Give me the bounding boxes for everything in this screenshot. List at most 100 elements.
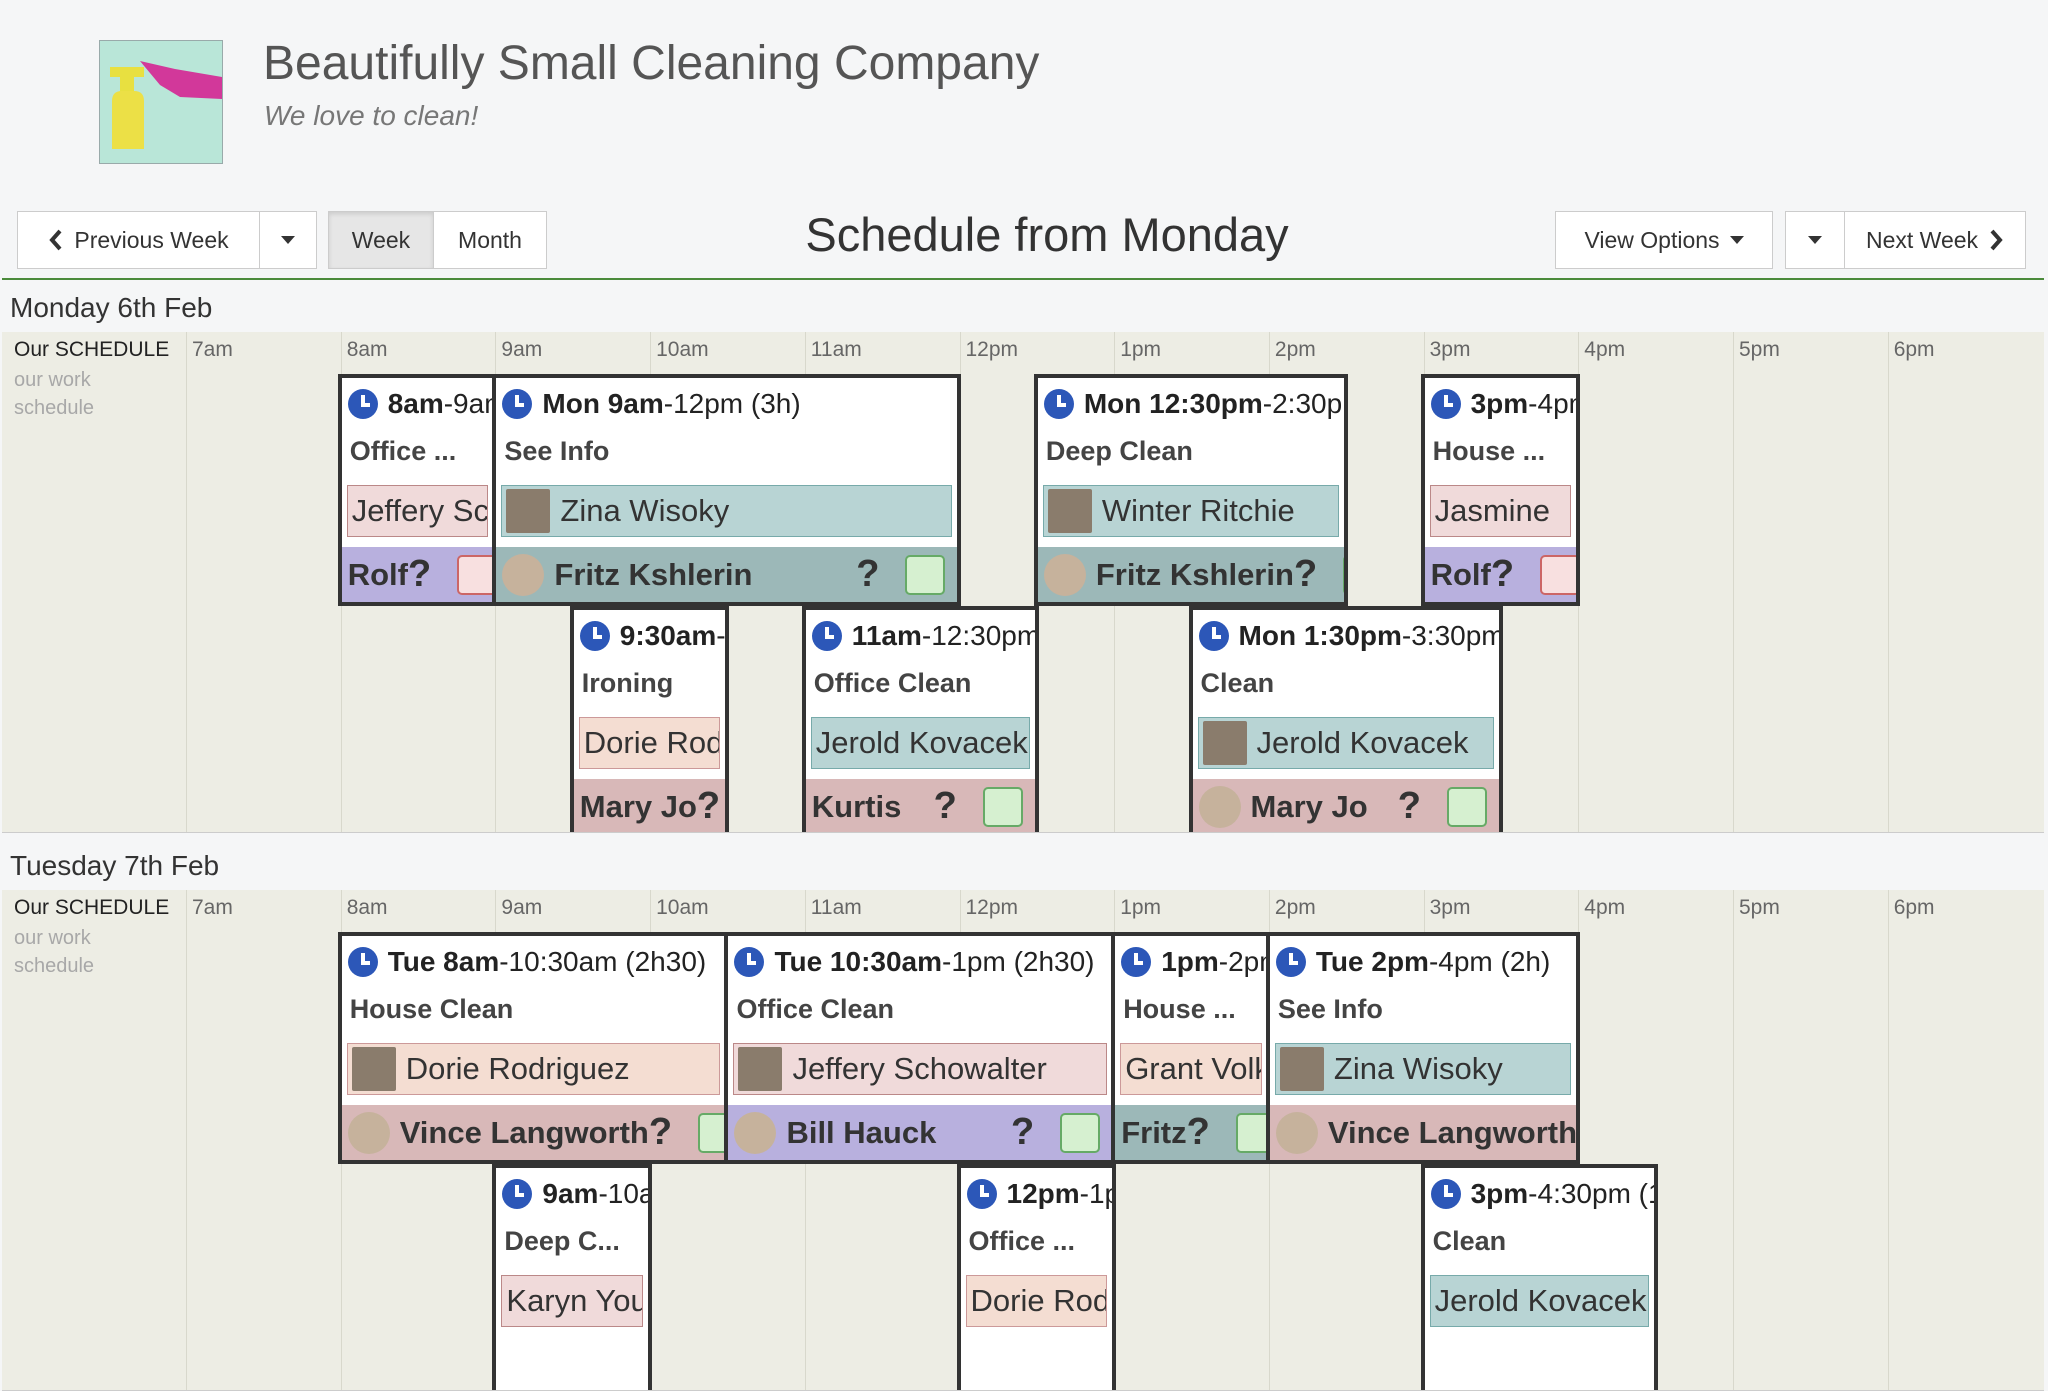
client-tag[interactable]: Dorie Rodriguez: [965, 1275, 1108, 1327]
hour-label: 5pm: [1739, 338, 1780, 361]
question-icon[interactable]: ?: [1398, 785, 1421, 828]
job-time-range: -10:30am (2h30): [499, 946, 707, 977]
client-tag[interactable]: Jeffery Schowalter: [733, 1043, 1108, 1095]
staff-row[interactable]: Fritz?: [1115, 1105, 1267, 1160]
job-card[interactable]: Mon 1:30pm-3:30pm (2h) Clean Jerold Kovace…: [1188, 606, 1503, 832]
job-card[interactable]: 3pm-4:30pm (1h30) Clean Jerold Kovacek: [1420, 1164, 1658, 1390]
client-tag[interactable]: Zina Wisoky: [1274, 1043, 1572, 1095]
client-tag[interactable]: Jasmine: [1429, 485, 1572, 537]
spray-bottle-icon: [100, 41, 222, 163]
schedule-subtitle: our work schedule: [14, 369, 95, 419]
hour-label: 4pm: [1584, 896, 1626, 919]
client-tag[interactable]: Zina Wisoky: [501, 485, 953, 537]
client-tag[interactable]: Karyn Young: [501, 1275, 644, 1327]
job-start-time: 12pm: [1006, 1178, 1080, 1209]
staff-row[interactable]: Mary Jo?: [1192, 779, 1499, 832]
clock-icon: [1043, 389, 1074, 419]
job-start-time: Mon 12:30pm: [1083, 388, 1263, 419]
client-tag[interactable]: Jerold Kovacek: [1429, 1275, 1649, 1327]
week-view-button[interactable]: Week: [328, 211, 434, 269]
company-logo: [99, 40, 223, 164]
caret-down-icon: [1729, 236, 1744, 244]
staff-avatar: [1043, 553, 1086, 596]
job-time-row: Mon 1:30pm-3:30pm (2h): [1198, 618, 1503, 654]
hour-column: 6pm: [1887, 332, 2044, 832]
client-tag[interactable]: Dorie Rodriguez: [578, 717, 721, 769]
completion-checkbox[interactable]: [1540, 554, 1577, 595]
job-service-name: Office ...: [349, 436, 457, 466]
staff-row[interactable]: Rolf?: [1424, 547, 1577, 602]
staff-row[interactable]: Bill Hauck?: [728, 1105, 1113, 1160]
job-start-time: Tue 10:30am: [774, 946, 942, 977]
completion-checkbox[interactable]: [1235, 1112, 1267, 1153]
client-tag[interactable]: Jeffery Schowalter: [346, 485, 489, 537]
job-card[interactable]: Tue 10:30am -1pm (2h30) Office Clean Jeffer…: [724, 932, 1117, 1164]
day-section-monday: Monday 6th Feb Our SCHEDULE our work sch…: [2, 292, 2044, 837]
question-icon[interactable]: ?: [934, 785, 957, 828]
completion-checkbox[interactable]: [457, 554, 494, 595]
completion-checkbox[interactable]: [1446, 786, 1487, 827]
hour-label: 12pm: [965, 896, 1019, 919]
question-icon[interactable]: ?: [1011, 1111, 1034, 1154]
staff-row[interactable]: Vince Langworth?: [341, 1105, 726, 1160]
question-icon[interactable]: ?: [1491, 553, 1514, 596]
question-icon[interactable]: ?: [408, 553, 431, 596]
job-time-row: 3pm-4pm (1h): [1430, 386, 1576, 422]
job-start-time: Tue 2pm: [1315, 946, 1429, 977]
staff-row[interactable]: Vince Langworth?: [1269, 1105, 1577, 1160]
next-week-button[interactable]: Next Week: [1844, 211, 2026, 269]
job-card[interactable]: 11am-12:30pm (1h30) Office Clean Jerold Ko…: [801, 606, 1039, 832]
job-card[interactable]: Mon 12:30pm-2:30pm (2h) Deep Clean Winter …: [1033, 374, 1349, 606]
staff-row[interactable]: Kurtis?: [805, 779, 1035, 832]
staff-name: Fritz Kshlerin: [554, 556, 753, 592]
job-card[interactable]: 8am-9am (1h) Office ... Jeffery Schowalter…: [337, 374, 498, 606]
previous-week-dropdown[interactable]: [259, 211, 317, 269]
hour-column: 4pm: [1578, 332, 1734, 832]
job-card[interactable]: 9am-10am (1h) Deep C... Karyn Young: [492, 1164, 653, 1390]
question-icon[interactable]: ?: [697, 785, 720, 828]
client-tag[interactable]: Jerold Kovacek: [810, 717, 1030, 769]
job-card[interactable]: 12pm-1pm (1h)Office ...Dorie Rodriguez: [956, 1164, 1117, 1390]
job-card[interactable]: 3pm-4pm (1h) House ... Jasmine Rolf?: [1420, 374, 1581, 606]
week-view-label: Week: [351, 226, 411, 253]
completion-checkbox[interactable]: [905, 554, 946, 595]
question-icon[interactable]: ?: [1187, 1111, 1210, 1154]
staff-row[interactable]: Fritz Kshlerin?: [496, 547, 958, 602]
job-time-range: -10:30am (1h): [716, 620, 726, 651]
job-start-time: Mon 1:30pm: [1238, 620, 1402, 651]
job-service-name: Office ...: [968, 1226, 1076, 1256]
client-name: Jerold Kovacek: [1256, 725, 1469, 760]
job-start-time: 1pm: [1161, 946, 1219, 977]
job-card[interactable]: 1pm-2pm (1h) House ... Grant Volkman Fritz?: [1111, 932, 1271, 1164]
previous-week-button[interactable]: Previous Week: [17, 211, 260, 269]
month-view-button[interactable]: Month: [433, 211, 547, 269]
job-card[interactable]: Tue 2pm -4pm (2h) See Info Zina Wisoky Vince…: [1265, 932, 1581, 1164]
hour-label: 1pm: [1120, 338, 1162, 361]
completion-checkbox[interactable]: [1343, 554, 1345, 595]
client-tag[interactable]: Dorie Rodriguez: [346, 1043, 721, 1095]
caret-down-icon: [281, 236, 295, 244]
job-time-row: Mon 12:30pm-2:30pm (2h): [1043, 386, 1344, 422]
completion-checkbox[interactable]: [1060, 1112, 1101, 1153]
question-icon[interactable]: ?: [649, 1111, 672, 1154]
hour-label: 3pm: [1429, 338, 1471, 361]
job-time-range: -3:30pm (2h): [1401, 620, 1503, 651]
completion-checkbox[interactable]: [698, 1112, 726, 1153]
client-tag[interactable]: Jerold Kovacek: [1197, 717, 1494, 769]
clock-icon: [966, 1179, 997, 1209]
job-card[interactable]: Mon 9am -12pm (3h) See Info Zina Wisoky Frit…: [492, 374, 962, 606]
client-tag[interactable]: Grant Volkman: [1120, 1043, 1262, 1095]
view-options-button[interactable]: View Options: [1555, 211, 1773, 269]
client-tag[interactable]: Winter Ritchie: [1042, 485, 1340, 537]
question-icon[interactable]: ?: [1294, 553, 1317, 596]
question-icon[interactable]: ?: [856, 553, 879, 596]
job-time-row: 9am-10am (1h): [502, 1176, 648, 1212]
hour-label: 4pm: [1584, 338, 1626, 361]
completion-checkbox[interactable]: [982, 786, 1023, 827]
job-card[interactable]: Tue 8am -10:30am (2h30) House Clean Dorie R…: [337, 932, 730, 1164]
job-card[interactable]: 9:30am-10:30am (1h) Ironing Dorie Rodrigue…: [569, 606, 730, 832]
staff-row[interactable]: Mary Jo?: [573, 779, 726, 832]
staff-row[interactable]: Fritz Kshlerin?: [1037, 547, 1345, 602]
next-week-dropdown[interactable]: [1785, 211, 1845, 269]
staff-row[interactable]: Rolf?: [341, 547, 494, 602]
